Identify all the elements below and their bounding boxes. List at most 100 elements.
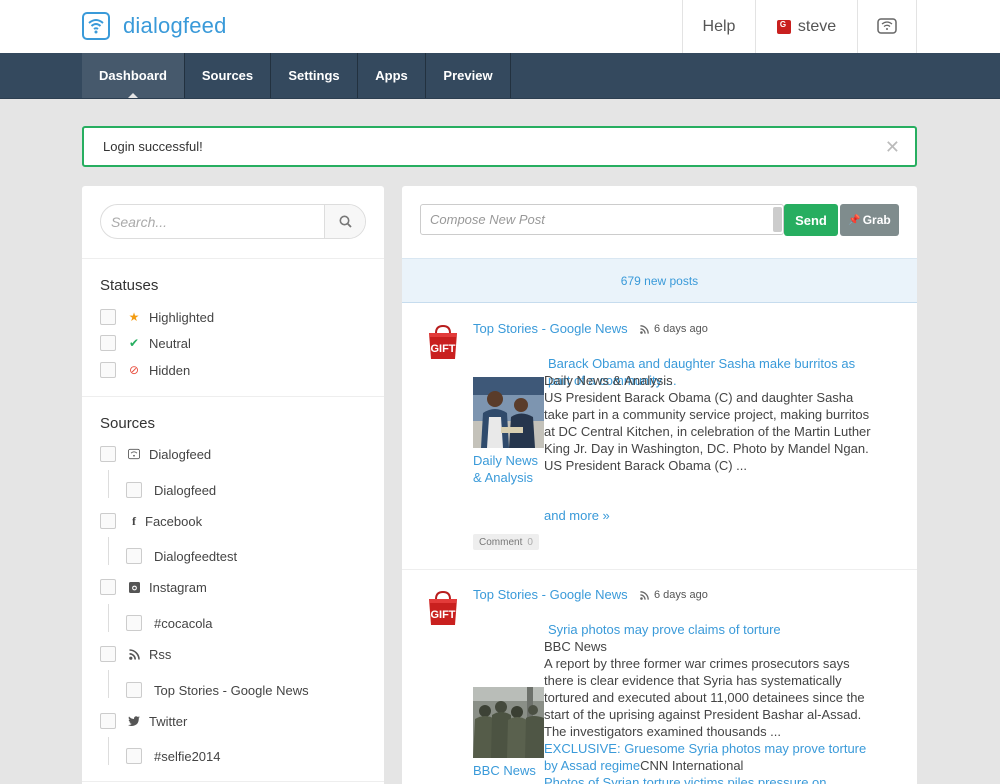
feed-icon	[877, 17, 897, 34]
checkbox[interactable]	[126, 482, 142, 498]
checkbox[interactable]	[100, 335, 116, 351]
user-menu[interactable]: steve	[755, 0, 857, 53]
post-time-label: 6 days ago	[654, 323, 708, 335]
account-label: #selfie2014	[154, 748, 221, 764]
image-caption-link[interactable]: BBC News	[473, 762, 543, 779]
post-source-link[interactable]: Top Stories - Google News	[473, 321, 628, 336]
scrollbar-handle[interactable]	[773, 207, 782, 232]
source-instagram[interactable]: Instagram	[100, 579, 207, 595]
help-link[interactable]: Help	[682, 0, 755, 53]
gift-icon: GIFT	[429, 324, 457, 359]
tab-settings[interactable]: Settings	[271, 53, 358, 98]
instagram-icon	[128, 581, 140, 593]
post-publisher: BBC News	[544, 639, 607, 654]
checkbox[interactable]	[100, 579, 116, 595]
post-body: A report by three former war crimes pros…	[544, 656, 865, 739]
source-facebook[interactable]: f Facebook	[100, 513, 202, 529]
status-label: Hidden	[149, 362, 191, 378]
post-body: US President Barack Obama (C) and daught…	[544, 390, 871, 473]
checkbox[interactable]	[100, 362, 116, 378]
tree-line	[108, 470, 109, 498]
grab-label: Grab	[862, 213, 891, 227]
source-dialogfeed[interactable]: Dialogfeed	[100, 446, 211, 462]
image-caption-link[interactable]: Daily News & Analysis	[473, 452, 543, 486]
star-icon: ★	[128, 310, 140, 324]
grab-button[interactable]: 📌 Grab	[840, 204, 899, 236]
check-icon: ✔	[128, 336, 140, 350]
account-selfie2014[interactable]: #selfie2014	[126, 748, 221, 764]
checkbox[interactable]	[100, 646, 116, 662]
account-label: Top Stories - Google News	[154, 682, 309, 698]
account-top-stories[interactable]: Top Stories - Google News	[126, 682, 309, 698]
send-button[interactable]: Send	[784, 204, 838, 236]
twitter-icon	[128, 715, 140, 727]
post-image[interactable]	[473, 377, 544, 448]
status-label: Neutral	[149, 335, 191, 351]
login-alert: Login successful! ✕	[82, 126, 917, 167]
account-cocacola[interactable]: #cocacola	[126, 615, 213, 631]
search-icon	[339, 215, 352, 228]
user-avatar	[776, 19, 791, 34]
new-posts-banner[interactable]: 679 new posts	[402, 258, 917, 303]
checkbox[interactable]	[126, 682, 142, 698]
and-more-link[interactable]: and more »	[544, 508, 610, 523]
tab-preview[interactable]: Preview	[426, 53, 511, 98]
source-label: Twitter	[149, 713, 188, 729]
source-label: Instagram	[149, 579, 207, 595]
facebook-icon: f	[132, 513, 136, 528]
post-title-link[interactable]: Syria photos may prove claims of torture	[544, 621, 874, 638]
main-nav: Dashboard Sources Settings Apps Preview	[0, 53, 1000, 99]
search-button[interactable]	[324, 205, 365, 238]
tab-apps[interactable]: Apps	[358, 53, 426, 98]
source-label: Facebook	[145, 513, 203, 529]
post-time: 6 days ago	[640, 323, 708, 335]
account-dialogfeedtest[interactable]: Dialogfeedtest	[126, 548, 237, 564]
account-label: Dialogfeed	[154, 482, 217, 498]
post-time: 6 days ago	[640, 589, 708, 601]
status-label: Highlighted	[149, 309, 215, 325]
checkbox[interactable]	[100, 309, 116, 325]
post-source-link[interactable]: Top Stories - Google News	[473, 587, 628, 602]
feed-menu-button[interactable]	[857, 0, 917, 53]
top-nav: Help steve	[682, 0, 917, 53]
tree-line	[108, 670, 109, 698]
status-neutral[interactable]: ✔ Neutral	[100, 335, 191, 351]
post-image[interactable]	[473, 687, 544, 758]
rss-icon	[640, 590, 649, 600]
tree-line	[108, 604, 109, 632]
source-twitter[interactable]: Twitter	[100, 713, 187, 729]
compose-input[interactable]	[421, 205, 771, 234]
close-icon[interactable]: ✕	[885, 137, 900, 158]
gift-icon: GIFT	[429, 590, 457, 625]
filter-sidebar: Statuses ★ Highlighted ✔ Neutral ⊘ Hidde…	[82, 186, 384, 784]
sources-heading: Sources	[100, 415, 156, 432]
comment-button[interactable]: Comment 0	[473, 534, 539, 550]
related-source: CNN International	[640, 758, 744, 773]
search-box	[100, 204, 366, 239]
checkbox[interactable]	[100, 513, 116, 529]
feed-panel: Send 📌 Grab 679 new posts GIFT Top Stori…	[402, 186, 917, 784]
rss-icon	[640, 324, 649, 334]
account-label: Dialogfeedtest	[154, 548, 238, 564]
divider	[82, 258, 384, 259]
checkbox[interactable]	[100, 446, 116, 462]
tab-dashboard[interactable]: Dashboard	[82, 53, 185, 98]
status-hidden[interactable]: ⊘ Hidden	[100, 362, 190, 378]
status-highlighted[interactable]: ★ Highlighted	[100, 309, 214, 325]
tab-sources[interactable]: Sources	[185, 53, 271, 98]
brand-name: dialogfeed	[123, 13, 227, 38]
checkbox[interactable]	[126, 615, 142, 631]
checkbox[interactable]	[126, 548, 142, 564]
rss-icon	[128, 648, 140, 660]
dialogfeed-logo-icon	[82, 12, 110, 40]
account-dialogfeed[interactable]: Dialogfeed	[126, 482, 216, 498]
divider	[82, 781, 384, 782]
user-name: steve	[797, 17, 837, 35]
checkbox[interactable]	[100, 713, 116, 729]
checkbox[interactable]	[126, 748, 142, 764]
brand[interactable]: dialogfeed	[82, 12, 227, 40]
search-input[interactable]	[101, 205, 325, 238]
post-divider	[402, 569, 917, 570]
related-link-2[interactable]: Photos of Syrian torture victims piles p…	[544, 774, 874, 784]
source-rss[interactable]: Rss	[100, 646, 171, 662]
